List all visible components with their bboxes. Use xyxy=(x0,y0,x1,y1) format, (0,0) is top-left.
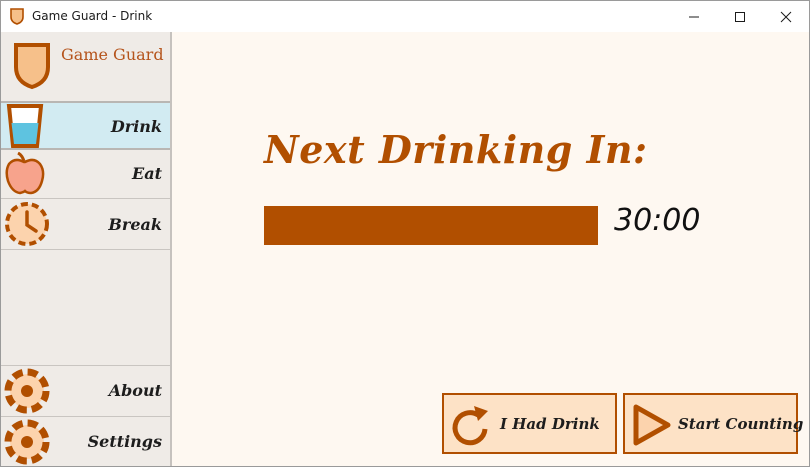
sidebar-item-label: Break xyxy=(108,215,162,234)
refresh-icon xyxy=(452,406,488,446)
sidebar-item-settings[interactable]: Settings xyxy=(1,416,170,466)
app-name: Game Guard xyxy=(61,45,164,64)
sidebar-item-label: Drink xyxy=(110,117,162,136)
apple-icon xyxy=(5,152,45,195)
gear-icon xyxy=(4,368,50,414)
sidebar-spacer xyxy=(1,249,170,365)
maximize-button[interactable] xyxy=(717,1,763,32)
button-label: Start Counting xyxy=(678,415,804,433)
minimize-button[interactable] xyxy=(671,1,717,32)
clock-icon xyxy=(5,202,49,246)
button-label: I Had Drink xyxy=(500,415,600,433)
countdown-timer: 30:00 xyxy=(614,203,701,238)
sidebar-item-drink[interactable]: Drink xyxy=(1,101,170,150)
play-icon xyxy=(633,404,671,446)
sidebar-item-eat[interactable]: Eat xyxy=(1,150,170,198)
countdown-progress-bar xyxy=(264,206,598,245)
app-shield-icon xyxy=(10,8,24,25)
i-had-drink-button[interactable]: I Had Drink xyxy=(442,393,617,454)
maximize-icon xyxy=(735,11,745,22)
progress-fill xyxy=(264,206,598,245)
page-title: Next Drinking In: xyxy=(264,127,648,172)
sidebar-item-about[interactable]: About xyxy=(1,365,170,416)
window-title: Game Guard - Drink xyxy=(32,9,153,23)
close-button[interactable] xyxy=(763,1,809,32)
app-window: Game Guard - Drink Game Guard Drink Eat … xyxy=(0,0,810,467)
sidebar-item-label: Settings xyxy=(87,432,162,451)
sidebar-item-label: About xyxy=(108,381,162,400)
sidebar-item-label: Eat xyxy=(132,164,162,183)
app-logo: Game Guard xyxy=(1,32,170,101)
title-bar[interactable]: Game Guard - Drink xyxy=(1,1,809,32)
minimize-icon xyxy=(689,16,699,17)
start-counting-button[interactable]: Start Counting xyxy=(623,393,803,454)
close-icon xyxy=(780,11,792,22)
shield-logo-icon xyxy=(14,43,50,90)
glass-icon xyxy=(6,104,44,148)
gear-icon xyxy=(4,419,50,465)
sidebar: Game Guard Drink Eat Break About Setting… xyxy=(1,32,172,466)
sidebar-item-break[interactable]: Break xyxy=(1,198,170,249)
